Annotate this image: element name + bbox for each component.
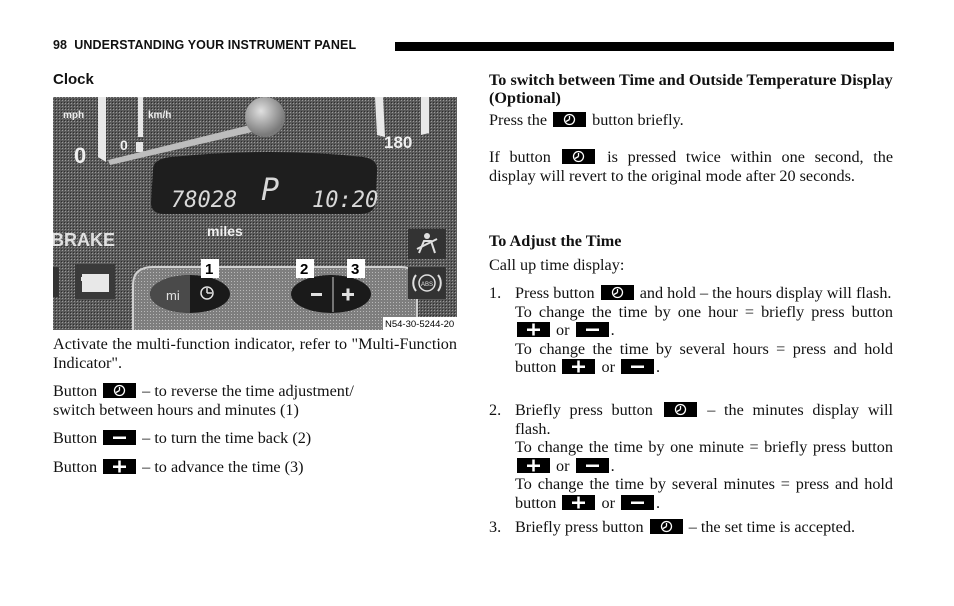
minus-button-icon <box>621 359 654 374</box>
text: If button <box>489 148 551 166</box>
plus-button-icon <box>517 457 550 473</box>
callout-3: 3 <box>351 261 359 278</box>
minus-button-icon <box>575 322 609 337</box>
button-desc-plus: Button – to advance the time (3) <box>53 458 457 477</box>
speedo-arc-mid <box>138 97 143 137</box>
brake-warning: BRAKE <box>53 230 115 250</box>
unit-mph: mph <box>63 110 84 121</box>
minus-icon <box>311 293 322 296</box>
battery-icon <box>82 274 109 292</box>
mi-label: mi <box>166 288 180 303</box>
switch-section-title: To switch between Time and Outside Tempe… <box>489 71 893 107</box>
step-1: 1. Press button and hold – the hours dis… <box>489 284 893 376</box>
instrument-panel-figure: mph km/h 0 0 180 78028 P 10:20 miles BRA… <box>53 97 457 330</box>
clock-button-icon <box>663 402 697 417</box>
page-header: 98 UNDERSTANDING YOUR INSTRUMENT PANEL <box>53 38 357 52</box>
text: Briefly press button <box>515 518 644 536</box>
text: or <box>556 321 570 339</box>
step-2: 2. Briefly press button – the minutes di… <box>489 401 894 512</box>
speed-zero-secondary: 0 <box>120 137 128 153</box>
button-desc-minus: Button – to turn the time back (2) <box>53 429 457 448</box>
minus-button-icon <box>575 457 609 473</box>
odometer-readout: 78028 <box>171 188 237 213</box>
speedo-arc-left <box>98 97 106 162</box>
button-desc-prefix: Button <box>53 458 98 476</box>
text: Press button <box>515 284 595 302</box>
button-desc-text-2: switch between hours and minutes (1) <box>53 400 299 419</box>
header-rule <box>395 42 894 51</box>
section-title-clock: Clock <box>53 71 94 88</box>
text: button briefly. <box>592 111 684 129</box>
figure-id: N54-30-5244-20 <box>385 319 454 330</box>
button-desc-clock: Button – to reverse the time adjustment/… <box>53 382 457 419</box>
callout-2: 2 <box>300 261 308 278</box>
clock-button-icon <box>562 149 596 164</box>
button-desc-text: – to reverse the time adjustment/ <box>138 382 354 400</box>
intro-paragraph: Activate the multi-function indicator, r… <box>53 335 457 372</box>
text: Press the <box>489 111 547 129</box>
plus-button-icon <box>517 322 550 337</box>
adjust-section-title: To Adjust the Time <box>489 232 622 250</box>
abs-label: ABS <box>421 282 433 288</box>
plus-button-icon <box>562 359 596 374</box>
odometer-unit: miles <box>207 223 243 239</box>
text: To change the time by one hour = briefly… <box>515 302 893 321</box>
clock-button-icon <box>649 519 683 534</box>
plus-button-icon <box>562 494 596 510</box>
button-desc-prefix: Button <box>53 382 98 400</box>
minus-button-icon <box>621 494 654 510</box>
switch-paragraph-1: Press the button briefly. <box>489 111 893 130</box>
speed-max: 180 <box>384 133 412 152</box>
text: or <box>601 493 615 512</box>
step-number: 1. <box>489 284 502 302</box>
text: – the set time is accepted. <box>688 518 855 536</box>
switch-paragraph-2: If button is pressed twice within one se… <box>489 148 893 185</box>
unit-kmh: km/h <box>148 110 171 121</box>
callout-1: 1 <box>205 261 213 278</box>
minus-button-icon <box>103 430 137 445</box>
minus-plus-button <box>291 275 371 313</box>
clock-readout: 10:20 <box>312 188 378 213</box>
clock-button-icon <box>553 112 587 127</box>
clock-button-icon <box>103 383 137 398</box>
step-number: 2. <box>489 401 502 419</box>
button-desc-text: – to turn the time back (2) <box>138 429 312 447</box>
speedo-hub <box>245 97 285 137</box>
text: Briefly press button <box>515 401 653 419</box>
plus-button-icon <box>103 459 137 474</box>
button-desc-prefix: Button <box>53 429 98 447</box>
clock-button-icon <box>600 285 634 300</box>
button-desc-text: – to advance the time (3) <box>138 458 304 476</box>
speed-zero: 0 <box>74 143 86 168</box>
step-number: 3. <box>489 518 502 536</box>
gear-indicator: P <box>261 173 279 208</box>
text: or <box>556 456 570 475</box>
text: and hold – the hours display will flash. <box>639 284 892 302</box>
text: To change the time by one minute = brief… <box>515 438 893 456</box>
text: or <box>601 358 615 376</box>
step-3: 3. Briefly press button – the set time i… <box>489 518 893 537</box>
adjust-intro: Call up time display: <box>489 256 625 274</box>
seatbelt-icon <box>424 233 430 239</box>
